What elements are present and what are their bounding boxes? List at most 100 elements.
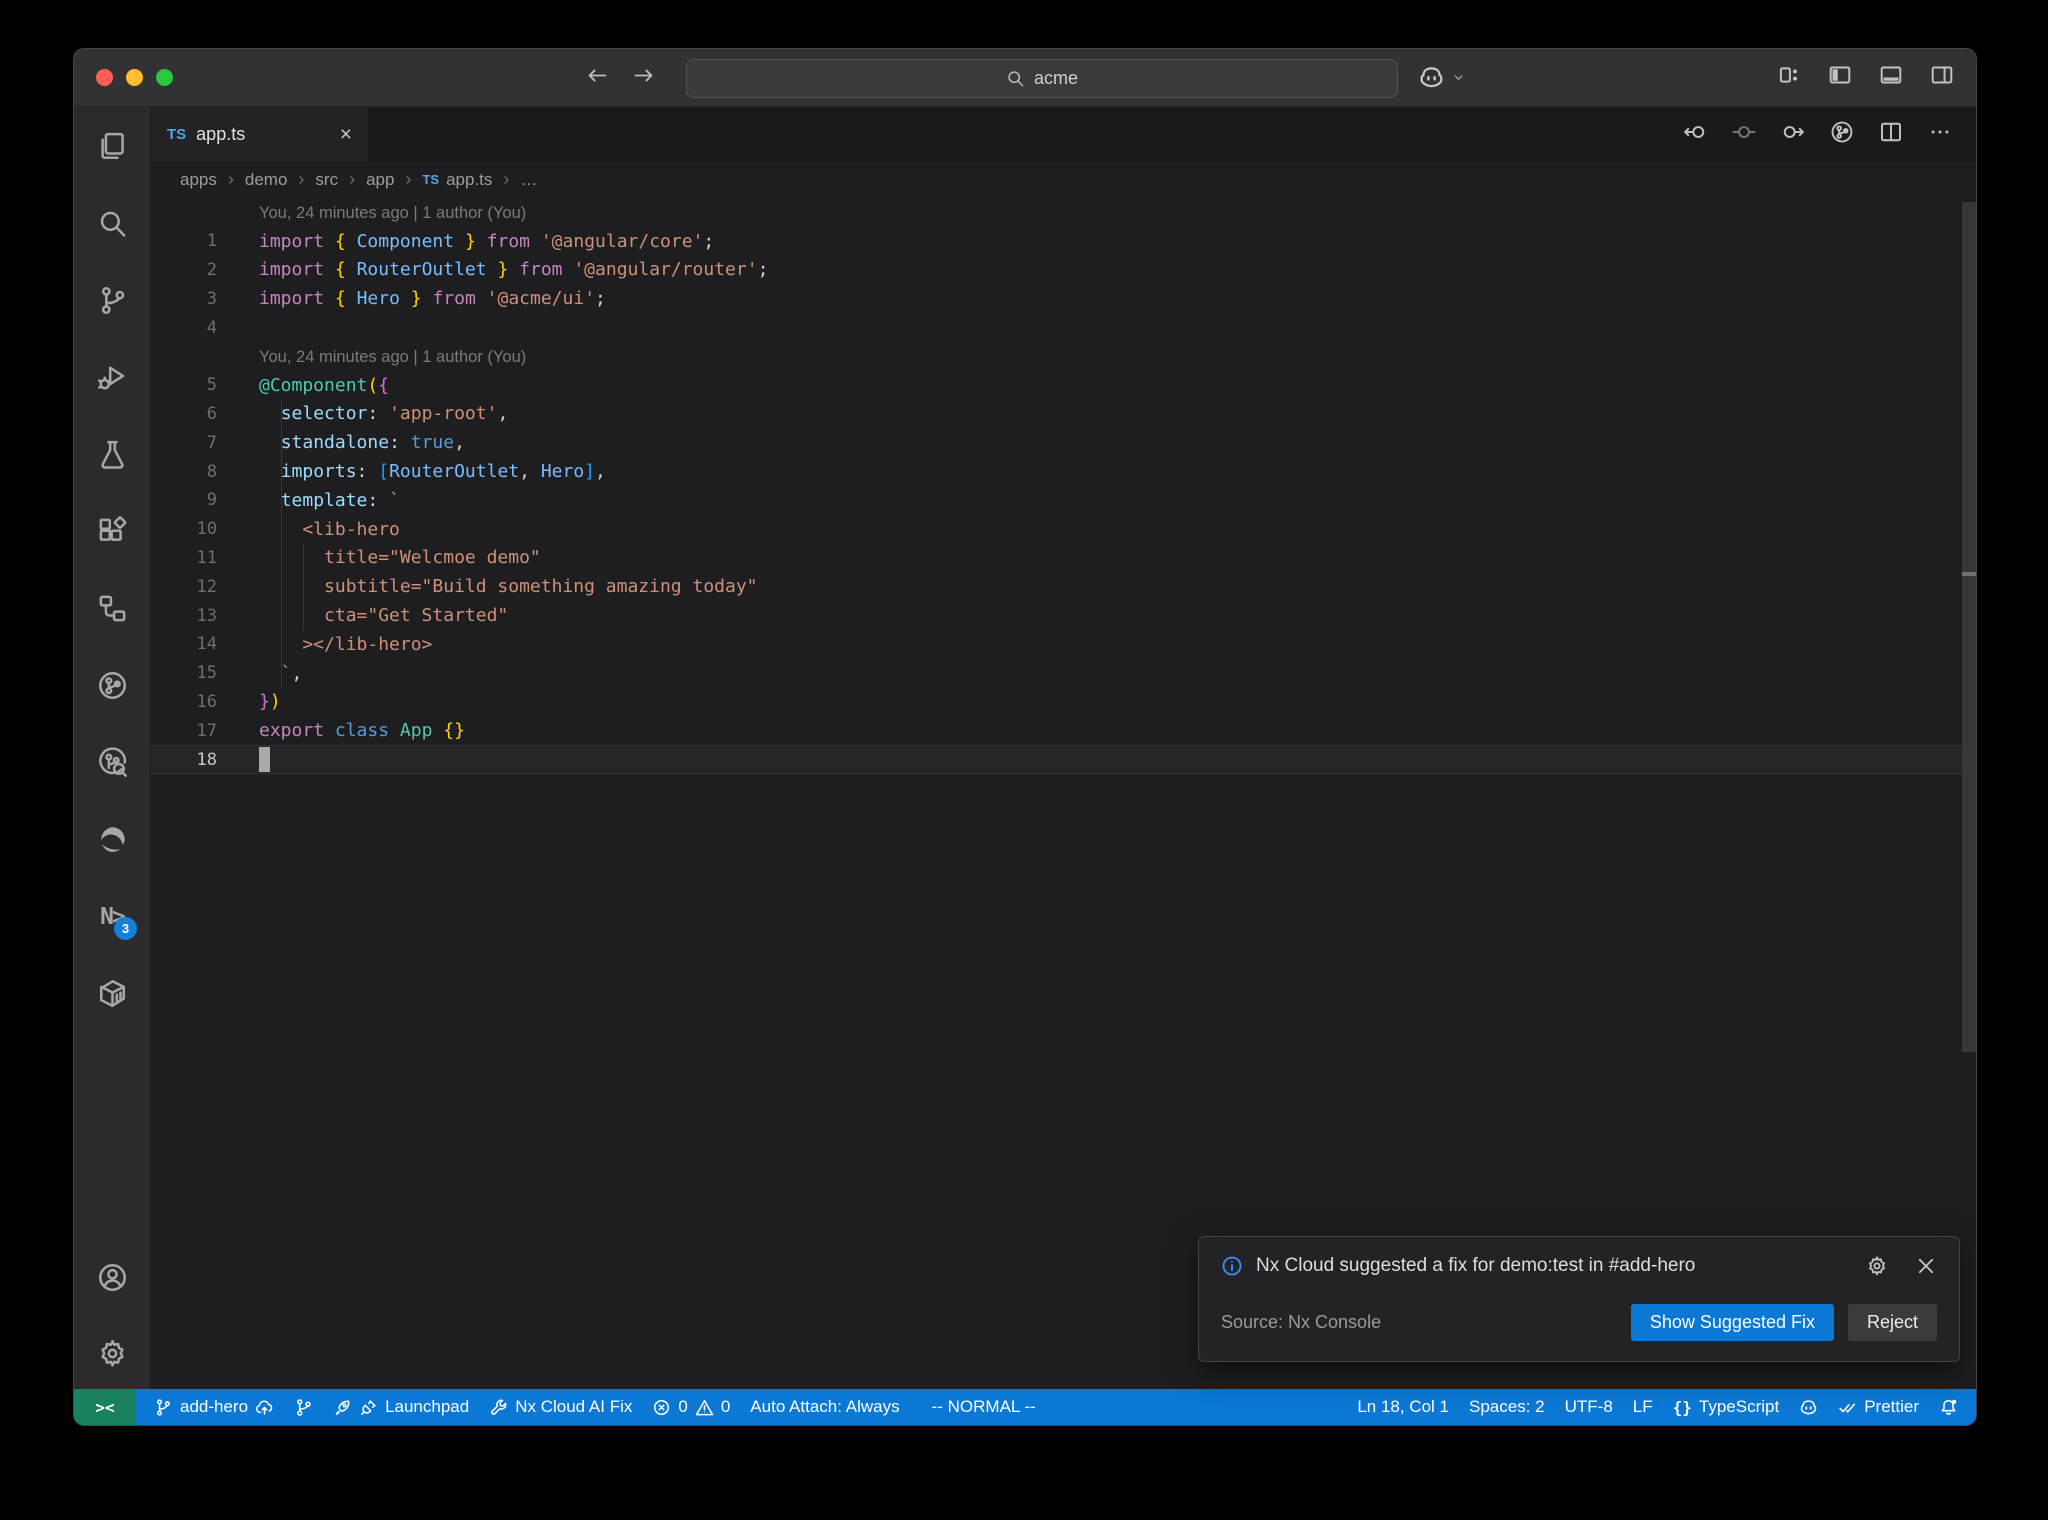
code-line[interactable]: 1 import { Component } from '@angular/cor… [151,227,1962,256]
indent-guide [281,399,282,688]
line-content: cta="Get Started" [259,605,509,627]
gitlens-graph[interactable] [1830,120,1854,149]
activity-settings[interactable] [96,1338,128,1369]
status-label: TypeScript [1698,1397,1780,1416]
rocket-icon [333,1398,352,1417]
toggle-secondary-sidebar[interactable] [1930,63,1954,92]
status-copilot-status[interactable] [1789,1389,1828,1425]
gitlens-forward[interactable] [1781,120,1805,149]
status-cursor-position[interactable]: Ln 18, Col 1 [1347,1389,1459,1425]
line-content: @Component({ [259,374,390,396]
activity-accounts[interactable] [96,1262,128,1293]
status-remote-indicator[interactable]: >< [74,1389,136,1425]
go-back[interactable] [586,64,609,92]
status-git-graph[interactable] [284,1389,323,1425]
wrench-icon [489,1398,508,1417]
split-editor[interactable] [1879,120,1903,149]
minimize-button[interactable] [126,69,143,86]
breadcrumb-label: app [366,169,395,189]
gitlens-back[interactable] [1683,120,1707,149]
status-label: Nx Cloud AI Fix [515,1397,633,1416]
show-suggested-fix-button[interactable]: Show Suggested Fix [1630,1304,1834,1341]
status-language-mode[interactable]: {} TypeScript [1663,1389,1790,1425]
activity-explorer[interactable] [96,131,128,162]
copilot-menu[interactable] [1418,49,1466,106]
activity-source-control[interactable] [96,285,128,316]
status-label: 0 [678,1397,688,1416]
activity-containers[interactable] [96,978,128,1009]
code-line[interactable]: 10 <lib-hero [151,515,1962,544]
command-center-search[interactable]: acme [686,59,1398,98]
customize-layout[interactable] [1777,63,1801,92]
close-icon[interactable]: × [340,124,352,145]
status-encoding[interactable]: UTF-8 [1555,1389,1623,1425]
status-vim-mode[interactable]: -- NORMAL -- [910,1389,1058,1425]
reject-button[interactable]: Reject [1847,1304,1937,1341]
status-auto-attach[interactable]: Auto Attach: Always [740,1389,909,1425]
scrollbar-slider[interactable] [1962,202,1976,1052]
breadcrumb-item[interactable]: apps [180,170,217,190]
status-nx-cloud-ai-fix[interactable]: Nx Cloud AI Fix [479,1389,642,1425]
code-line[interactable]: 13 cta="Get Started" [151,601,1962,630]
code-line[interactable]: 6 selector: 'app-root', [151,400,1962,429]
code-line[interactable]: 11 title="Welcmoe demo" [151,544,1962,573]
activity-extensions[interactable] [96,516,128,547]
activity-gitlens[interactable] [96,670,128,701]
breadcrumb-item[interactable]: demo [245,170,288,190]
copilot-icon [1799,1398,1818,1417]
tab-app-ts[interactable]: TS app.ts × [151,107,368,161]
status-label: add-hero [180,1397,249,1416]
code-line[interactable]: 12 subtitle="Build something amazing tod… [151,572,1962,601]
code-line[interactable]: 4 [151,313,1962,342]
close-button[interactable] [96,69,113,86]
breadcrumb-separator: › [349,169,356,189]
zoom-button[interactable] [156,69,173,86]
toggle-panel[interactable] [1879,63,1903,92]
gitlens-current[interactable] [1732,120,1756,149]
code-line[interactable]: 18 [151,745,1962,774]
code-line[interactable]: 16}) [151,688,1962,717]
nav-forward-icon [1781,120,1805,144]
activity-search[interactable] [96,208,128,239]
breadcrumb-item[interactable]: app [366,170,394,190]
gear-icon[interactable] [1866,1255,1888,1277]
toggle-primary-sidebar[interactable] [1828,63,1852,92]
testing-icon [97,439,128,470]
line-content: import { Component } from '@angular/core… [259,230,715,252]
code-line[interactable]: 14 ></lib-hero> [151,630,1962,659]
copilot-icon [1418,64,1445,91]
code-line[interactable]: 2 import { RouterOutlet } from '@angular/… [151,256,1962,285]
breadcrumb-item[interactable]: … [520,170,537,190]
status-git-branch[interactable]: add-hero [144,1389,284,1425]
code-line[interactable]: 3 import { Hero } from '@acme/ui'; [151,284,1962,313]
containers-icon [97,978,128,1009]
activity-run-and-debug[interactable] [96,362,128,393]
activity-edge-browser[interactable] [96,824,128,855]
editor-cursor [259,747,270,773]
code-line[interactable]: 5 @Component({ [151,371,1962,400]
more-actions[interactable] [1928,120,1952,149]
status-indentation[interactable]: Spaces: 2 [1459,1389,1555,1425]
close-icon[interactable] [1915,1255,1937,1277]
typescript-file-icon: TS [422,172,440,187]
breadcrumb-item[interactable]: TS app.ts [422,170,492,190]
code-line[interactable]: 7 standalone: true, [151,428,1962,457]
status-launchpad[interactable]: Launchpad [323,1389,479,1425]
go-forward[interactable] [632,64,655,92]
status-eol[interactable]: LF [1623,1389,1663,1425]
code-line[interactable]: 17 export class App {} [151,716,1962,745]
code-line[interactable]: 15 `, [151,659,1962,688]
code-line[interactable]: 9 template: ` [151,486,1962,515]
activity-git-history[interactable] [96,747,128,778]
breadcrumb-item[interactable]: src [315,170,338,190]
status-problems[interactable]: 00 [642,1389,740,1425]
status-notifications[interactable] [1929,1389,1968,1425]
code-editor[interactable]: You, 24 minutes ago | 1 author (You) 1 imp… [151,198,1976,1389]
status-formatter-prettier[interactable]: Prettier [1828,1389,1929,1425]
code-line[interactable]: 8 imports: [RouterOutlet, Hero], [151,457,1962,486]
activity-project-structure[interactable] [96,593,128,624]
breadcrumb-label: demo [244,169,288,189]
activity-testing[interactable] [96,439,128,470]
status-label: LF [1632,1397,1653,1416]
activity-nx-console[interactable]: N> 3 [96,901,137,940]
